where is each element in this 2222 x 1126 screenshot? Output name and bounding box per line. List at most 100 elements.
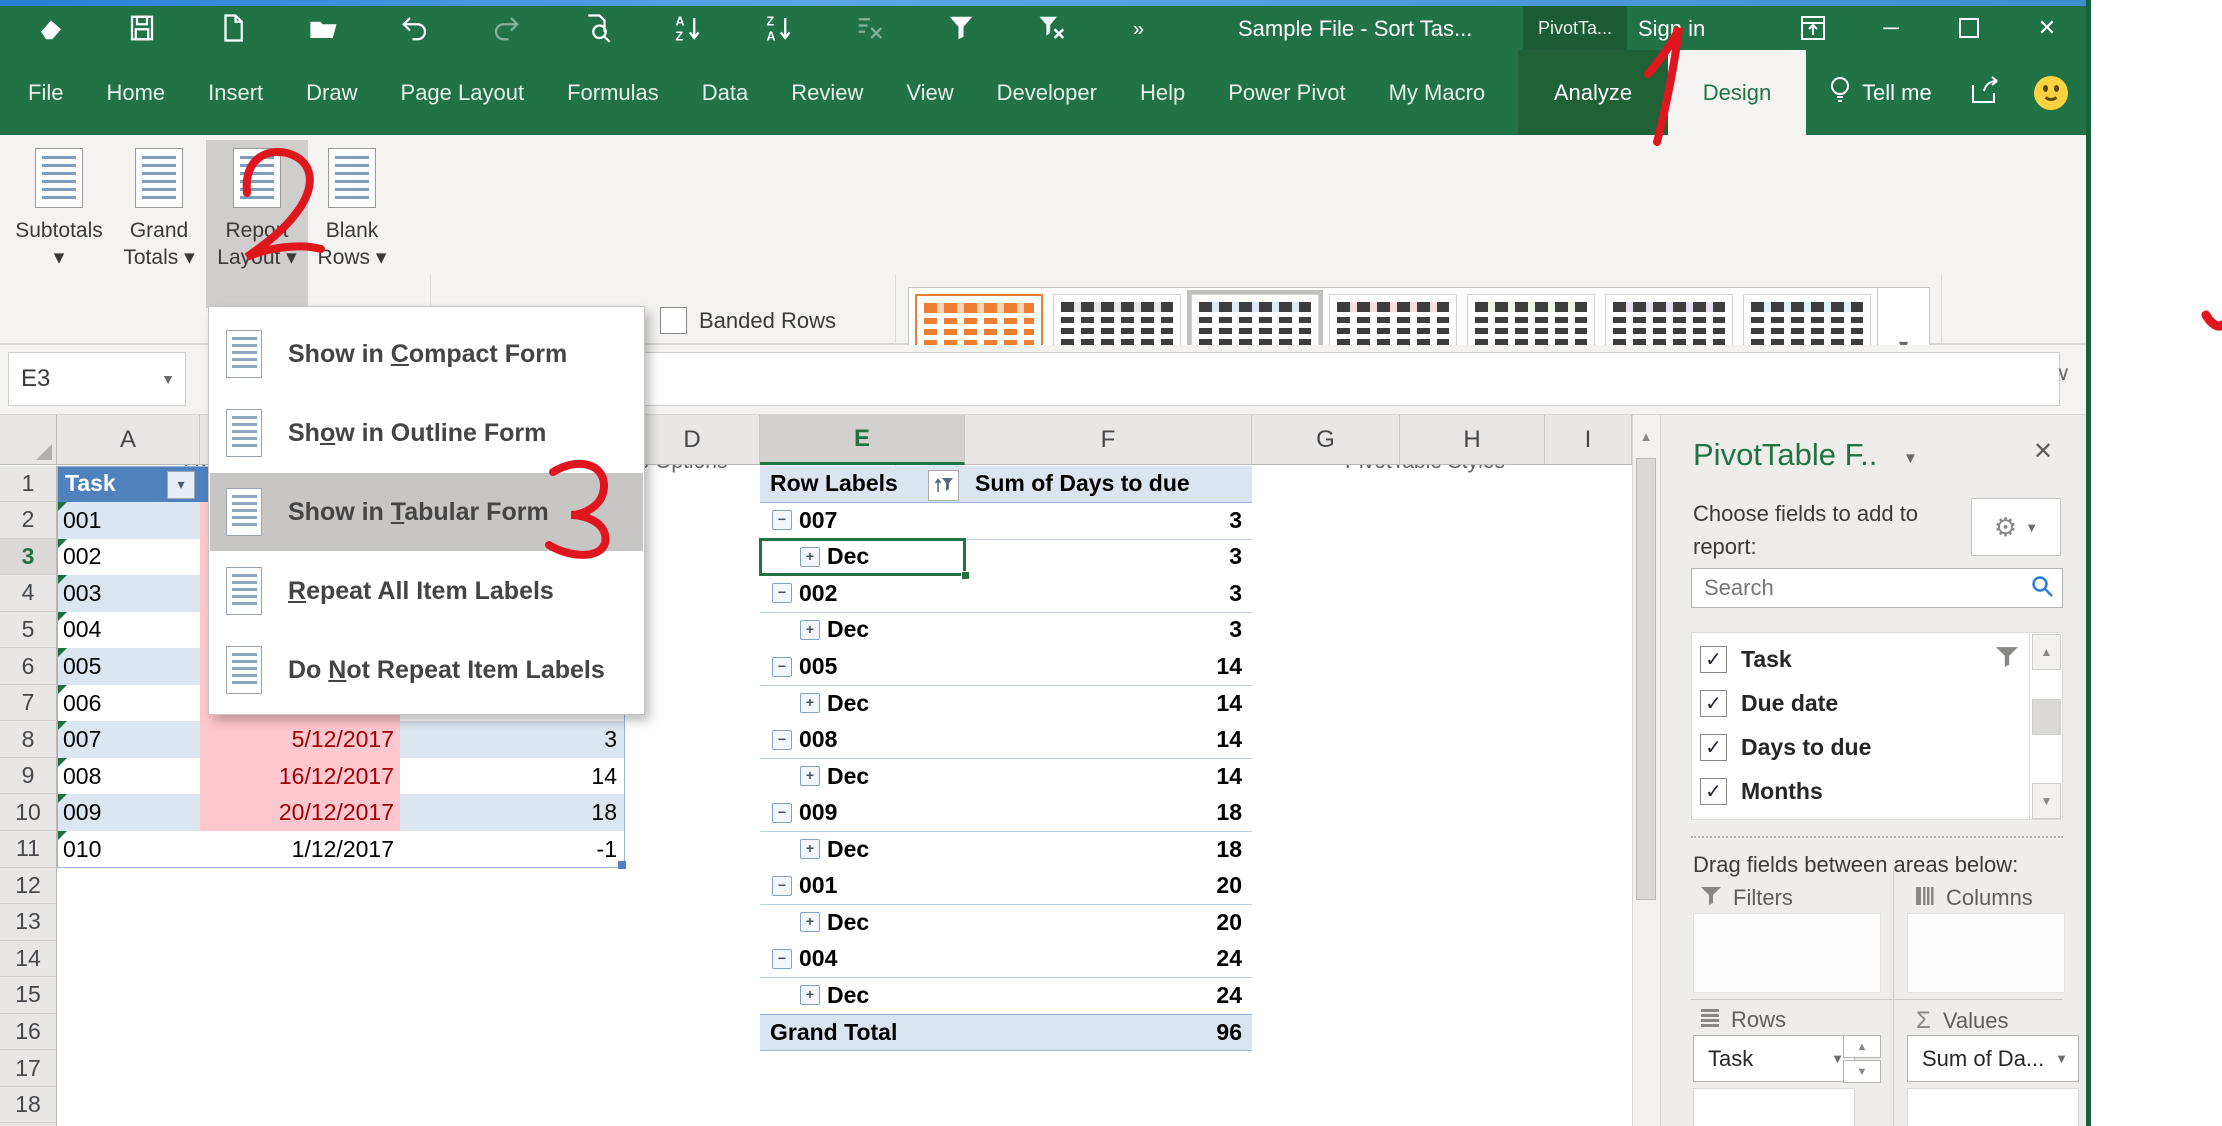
pivot-row-value[interactable]: 3 — [965, 575, 1252, 612]
spin-up-icon[interactable]: ▲ — [1843, 1035, 1881, 1058]
maximize-icon[interactable] — [1951, 10, 1987, 46]
pivot-row-value[interactable]: 24 — [965, 941, 1252, 978]
pivot-row-value[interactable]: 3 — [965, 502, 1252, 539]
pivot-row-label[interactable]: +Dec — [760, 539, 965, 576]
tab-home[interactable]: Home — [106, 80, 165, 106]
values-field-pill[interactable]: Sum of Da...▼ — [1907, 1035, 2079, 1082]
row-header-15[interactable]: 15 — [0, 977, 57, 1014]
clear-filter-icon[interactable] — [1035, 11, 1069, 45]
table-cell-task[interactable]: 004 — [57, 612, 200, 649]
row-header-6[interactable]: 6 — [0, 648, 57, 685]
field-item-due-date[interactable]: ✓Due date — [1700, 681, 1838, 725]
filters-drop-area[interactable] — [1693, 913, 1881, 993]
field-item-days-to-due[interactable]: ✓Days to due — [1700, 725, 1871, 769]
pivot-row-value[interactable]: 14 — [965, 721, 1252, 758]
pivot-row-label[interactable]: +Dec — [760, 685, 965, 722]
feedback-smiley-icon[interactable] — [2034, 76, 2068, 110]
share-icon[interactable] — [1970, 75, 2004, 111]
table-cell-task[interactable]: 003 — [57, 575, 200, 612]
table-cell-due-date[interactable]: 1/12/2017 — [200, 831, 400, 868]
pivot-row-label[interactable]: −004 — [760, 941, 965, 978]
table-cell-days-to-due[interactable]: 14 — [400, 758, 625, 795]
row-header-7[interactable]: 7 — [0, 685, 57, 722]
tab-help[interactable]: Help — [1140, 80, 1185, 106]
checkbox-icon[interactable] — [660, 307, 687, 334]
row-header-12[interactable]: 12 — [0, 868, 57, 905]
tab-design[interactable]: Design — [1668, 50, 1806, 135]
menu-item-show-in-outline-form[interactable]: Show in Outline Form — [210, 394, 643, 472]
column-header-E[interactable]: E — [760, 415, 965, 465]
table-cell-task[interactable]: 007 — [57, 721, 200, 758]
row-header-11[interactable]: 11 — [0, 831, 57, 868]
task-table-header[interactable]: Task▾ — [57, 466, 200, 503]
tab-page-layout[interactable]: Page Layout — [401, 80, 525, 106]
undo-icon[interactable] — [398, 11, 432, 45]
name-box[interactable]: E3 ▼ — [8, 352, 186, 406]
fields-scrollbar-thumb[interactable] — [2032, 699, 2061, 735]
open-folder-icon[interactable] — [307, 11, 341, 45]
tab-my-macro[interactable]: My Macro — [1389, 80, 1486, 106]
fields-list-scrollbar[interactable]: ▲ ▼ — [2029, 633, 2062, 819]
scroll-up-icon[interactable]: ▲ — [1634, 418, 1658, 454]
columns-drop-area[interactable] — [1907, 913, 2065, 993]
menu-item-show-in-compact-form[interactable]: Show in Compact Form — [210, 315, 643, 393]
expand-icon[interactable]: + — [800, 985, 820, 1005]
tab-review[interactable]: Review — [791, 80, 863, 106]
row-header-2[interactable]: 2 — [0, 502, 57, 539]
menu-item-repeat-all-item-labels[interactable]: Repeat All Item Labels — [210, 552, 643, 630]
name-box-dropdown-icon[interactable]: ▼ — [161, 371, 175, 387]
collapse-icon[interactable]: − — [772, 510, 792, 530]
pivot-grand-total-label[interactable]: Grand Total — [760, 1014, 965, 1051]
pivot-row-label[interactable]: +Dec — [760, 977, 965, 1014]
checkbox-icon[interactable]: ✓ — [1700, 734, 1727, 761]
select-all-corner[interactable] — [0, 415, 57, 465]
tab-insert[interactable]: Insert — [208, 80, 263, 106]
row-header-17[interactable]: 17 — [0, 1050, 57, 1087]
search-box[interactable] — [1691, 568, 2063, 608]
expand-icon[interactable]: + — [800, 693, 820, 713]
row-header-4[interactable]: 4 — [0, 575, 57, 612]
expand-icon[interactable]: + — [800, 766, 820, 786]
pivot-row-value[interactable]: 3 — [965, 612, 1252, 649]
close-icon[interactable]: ✕ — [2029, 10, 2065, 46]
pivot-header-sum-of-days[interactable]: Sum of Days to due — [965, 466, 1252, 503]
collapse-icon[interactable]: − — [772, 730, 792, 750]
row-header-16[interactable]: 16 — [0, 1014, 57, 1051]
eraser-icon[interactable] — [34, 11, 68, 45]
row-header-9[interactable]: 9 — [0, 758, 57, 795]
pivot-row-label[interactable]: −005 — [760, 648, 965, 685]
sign-in-button[interactable]: Sign in — [1638, 16, 1705, 42]
column-header-D[interactable]: D — [625, 415, 760, 465]
spin-down-icon[interactable]: ▼ — [1843, 1060, 1881, 1083]
tab-file[interactable]: File — [28, 80, 63, 106]
row-header-8[interactable]: 8 — [0, 721, 57, 758]
task-filter-dropdown-icon[interactable]: ▾ — [167, 471, 195, 499]
field-item-months[interactable]: ✓Months — [1700, 769, 1823, 813]
row-header-10[interactable]: 10 — [0, 794, 57, 831]
pivot-row-label[interactable]: +Dec — [760, 758, 965, 795]
tab-data[interactable]: Data — [702, 80, 748, 106]
field-reorder-spinner[interactable]: ▲▼ — [1843, 1035, 1881, 1083]
search-input[interactable] — [1702, 574, 2026, 602]
rows-field-pill[interactable]: Task▼ — [1693, 1035, 1855, 1082]
pivot-row-label[interactable]: −007 — [760, 502, 965, 539]
expand-formula-bar-icon[interactable]: ∨ — [2056, 361, 2071, 386]
table-cell-due-date[interactable]: 16/12/2017 — [200, 758, 400, 795]
save-icon[interactable] — [125, 11, 159, 45]
pivot-grand-total-value[interactable]: 96 — [965, 1014, 1252, 1051]
table-cell-days-to-due[interactable]: 3 — [400, 721, 625, 758]
print-preview-icon[interactable] — [580, 11, 614, 45]
redo-icon[interactable] — [489, 11, 523, 45]
chevron-down-icon[interactable]: ▼ — [2055, 1051, 2068, 1066]
pivot-row-label[interactable]: +Dec — [760, 904, 965, 941]
pivot-row-value[interactable]: 14 — [965, 685, 1252, 722]
table-cell-due-date[interactable]: 5/12/2017 — [200, 721, 400, 758]
new-document-icon[interactable] — [216, 11, 250, 45]
pivot-row-value[interactable]: 18 — [965, 794, 1252, 831]
table-cell-task[interactable]: 005 — [57, 648, 200, 685]
table-cell-task[interactable]: 006 — [57, 685, 200, 722]
row-header-14[interactable]: 14 — [0, 941, 57, 978]
menu-item-do-not-repeat-item-labels[interactable]: Do Not Repeat Item Labels — [210, 631, 643, 709]
ribbon-display-options-icon[interactable] — [1795, 10, 1831, 46]
table-cell-days-to-due[interactable]: -1 — [400, 831, 625, 868]
